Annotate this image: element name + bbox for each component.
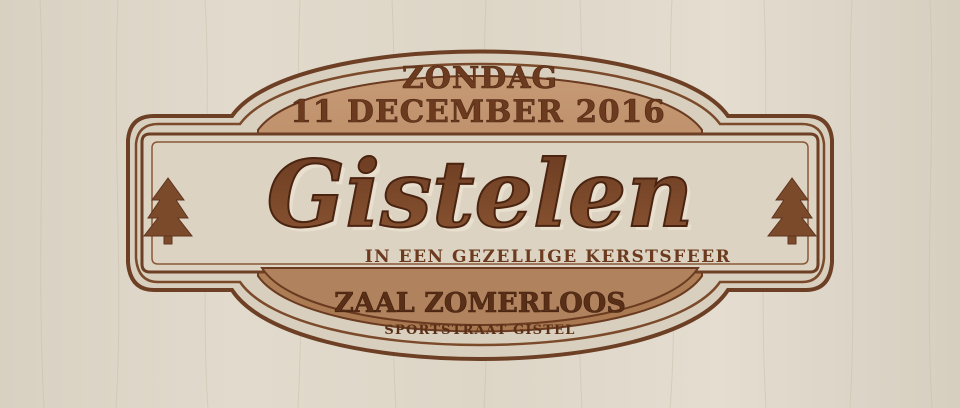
event-date: 11 DECEMBER 2016 <box>290 94 666 130</box>
event-address: SPORTSTRAAT GISTEL <box>384 323 575 338</box>
event-day: ZONDAG <box>402 61 558 96</box>
banner-artwork: ZONDAG 11 DECEMBER 2016 Gistelen Gistele… <box>0 0 960 408</box>
event-banner: ZONDAG 11 DECEMBER 2016 Gistelen Gistele… <box>0 0 960 408</box>
event-title: Gistelen <box>267 140 694 248</box>
event-venue: ZAAL ZOMERLOOS <box>334 288 626 319</box>
event-tagline: IN EEN GEZELLIGE KERSTSFEER <box>365 247 732 267</box>
